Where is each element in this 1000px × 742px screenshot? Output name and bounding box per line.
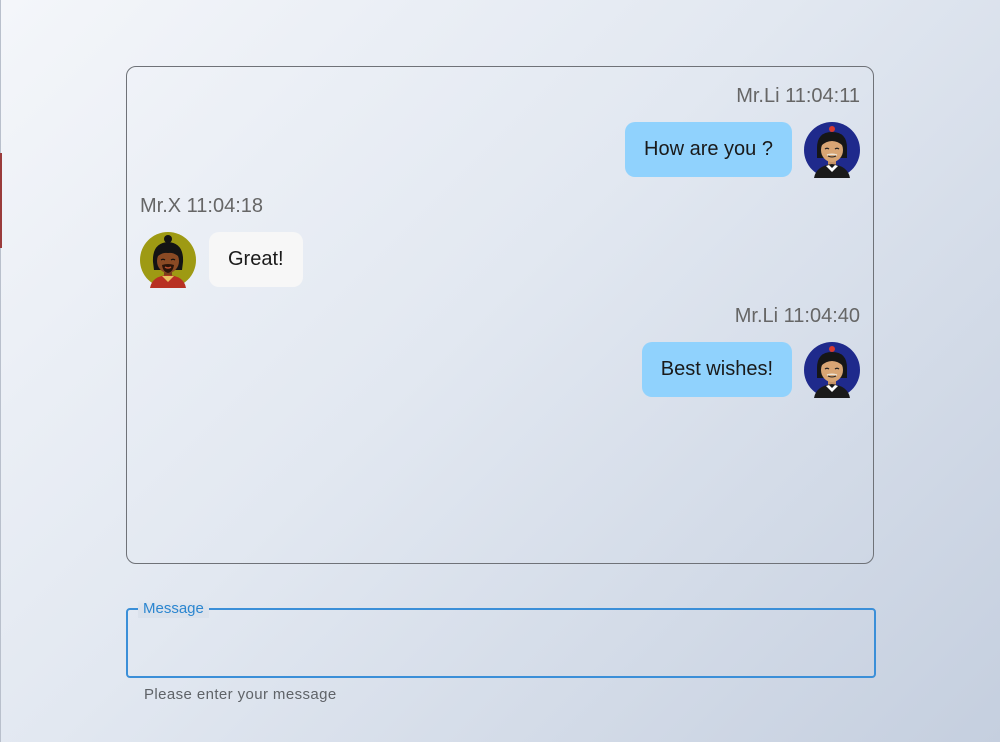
window-left-edge-accent — [0, 153, 2, 248]
message-bubble-incoming: Great! — [209, 232, 303, 287]
mr-x-avatar — [140, 232, 196, 288]
message-bubble-outgoing: Best wishes! — [641, 342, 792, 397]
message-input-field[interactable]: Message — [126, 600, 876, 678]
message-input[interactable] — [128, 610, 874, 676]
message-header: Mr.Li 11:04:40 — [734, 305, 860, 327]
message-header: Mr.X 11:04:18 — [140, 195, 264, 217]
message-helper-text: Please enter your message — [144, 686, 337, 703]
window-left-edge — [0, 0, 1, 742]
message-header: Mr.Li 11:04:11 — [736, 85, 860, 107]
message-bubble-outgoing: How are you ? — [625, 122, 792, 177]
mr-li-avatar — [804, 122, 860, 178]
mr-li-avatar — [804, 342, 860, 398]
chat-history-panel[interactable]: Mr.Li 11:04:11 How are you ? Mr.X 11:04:… — [126, 66, 874, 564]
